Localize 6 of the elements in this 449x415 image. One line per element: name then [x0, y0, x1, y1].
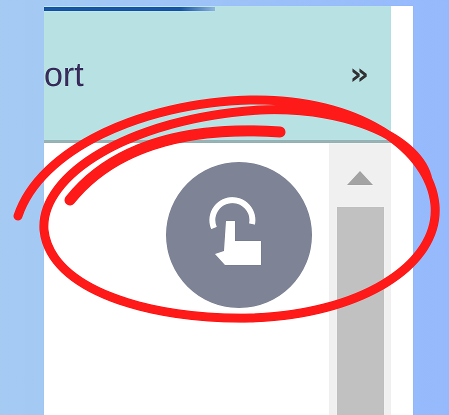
touch-icon[interactable] — [166, 162, 312, 308]
scrollbar[interactable] — [329, 143, 391, 415]
more-button[interactable]: » — [350, 58, 369, 92]
scroll-up-icon[interactable] — [347, 171, 373, 185]
header-title: ort — [44, 55, 84, 95]
scrollbar-thumb[interactable] — [336, 207, 384, 415]
